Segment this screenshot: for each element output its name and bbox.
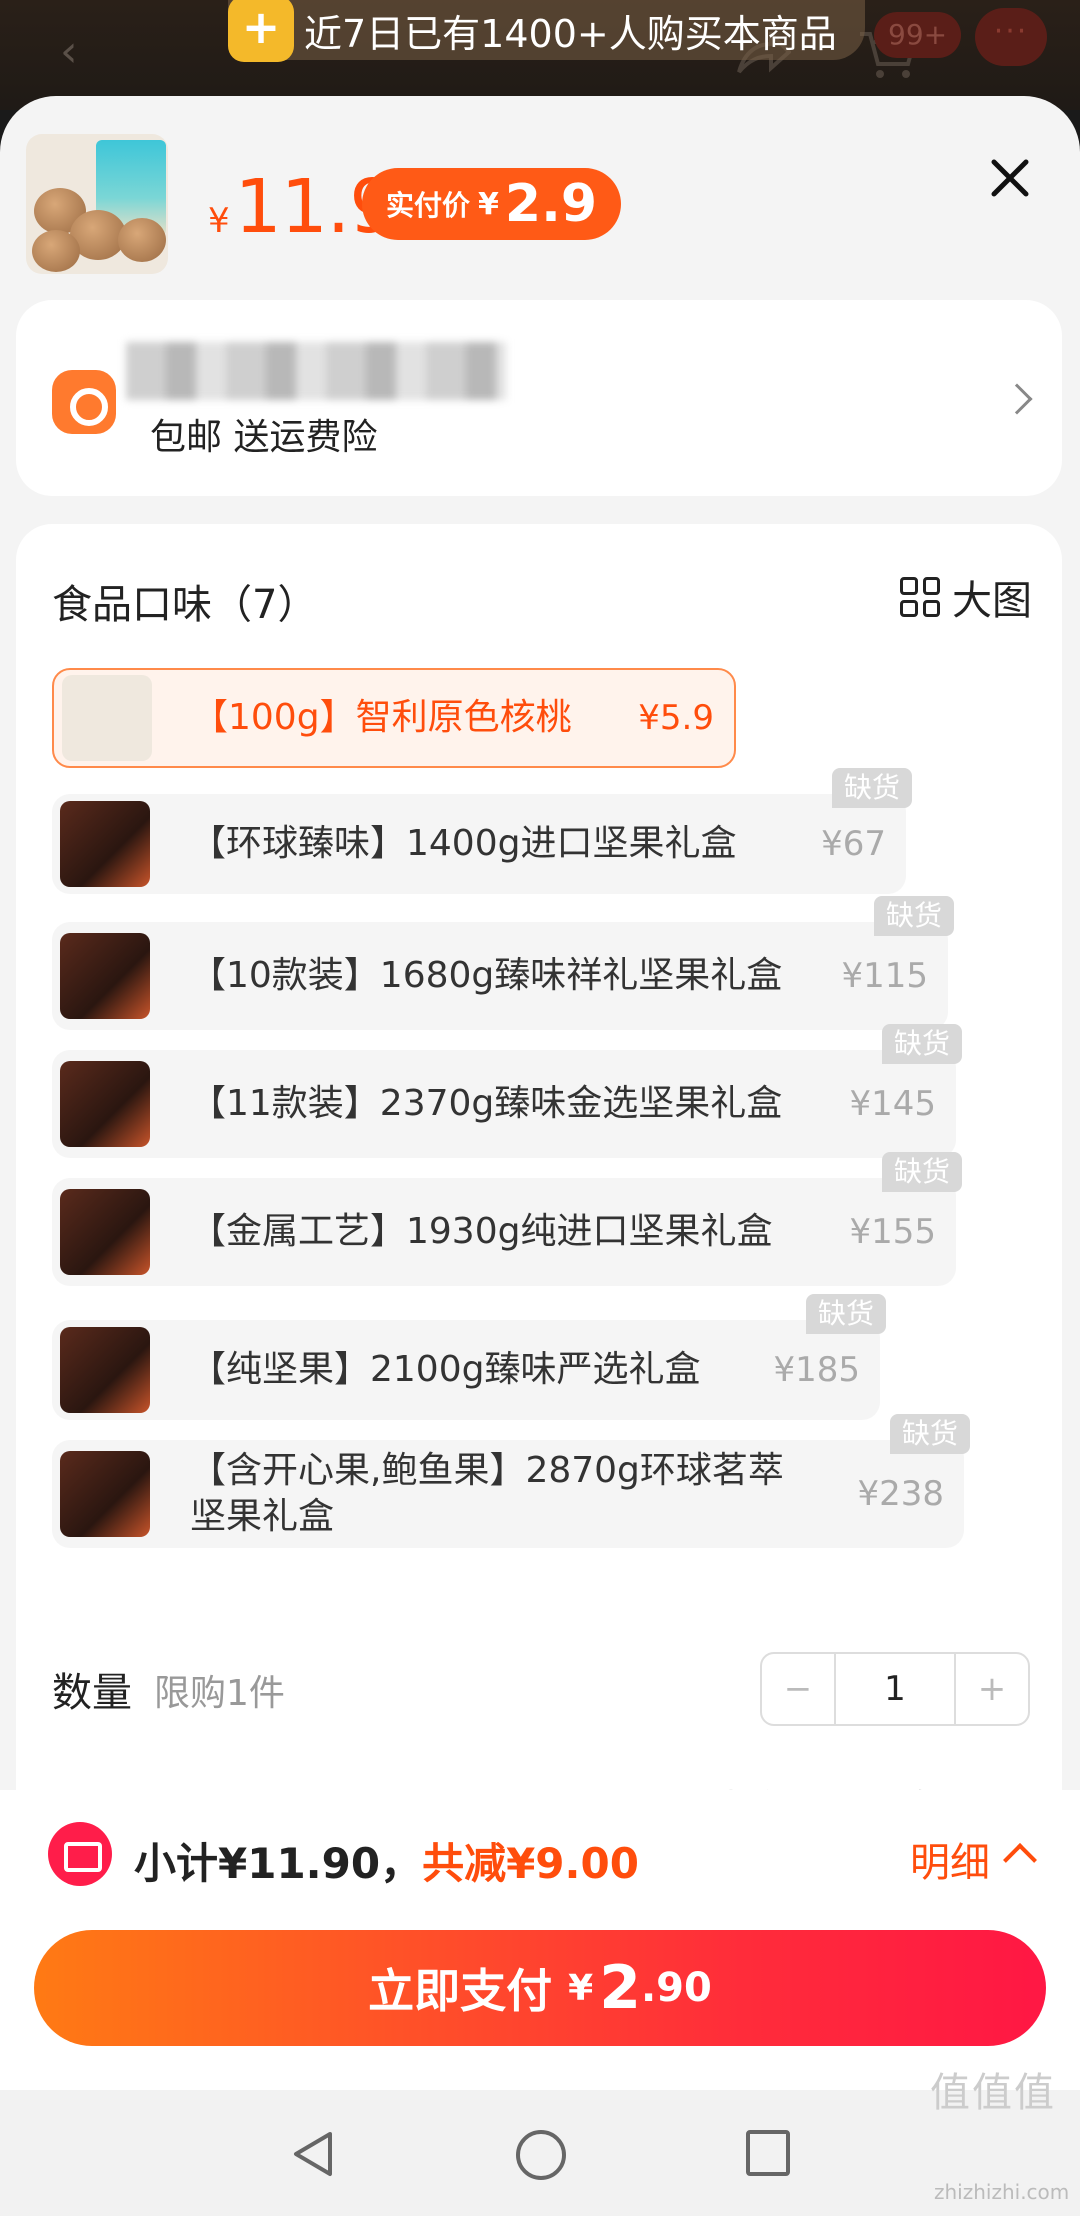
option-name: 【11款装】2370g臻味金选坚果礼盒 — [190, 1083, 783, 1124]
coupon-icon — [48, 1822, 112, 1886]
checkout-footer: 小计¥11.90，共减¥9.00 明细 立即支付 ¥2.90 — [0, 1790, 1080, 2090]
subtotal-text: 小计¥11.90，共减¥9.00 — [134, 1839, 639, 1888]
out-of-stock-badge: 缺货 — [889, 1414, 970, 1454]
discount-text: 共减¥9.00 — [422, 1839, 639, 1888]
option-name: 【纯坚果】2100g臻味严选礼盒 — [190, 1349, 701, 1390]
app-top-bar: ‹ 99+ ··· 近7日已有1400+人购买本商品 — [0, 0, 1080, 110]
big-image-label: 大图 — [952, 578, 1032, 624]
shipping-text: 包邮 送运费险 — [150, 417, 378, 458]
nav-back-icon[interactable] — [290, 2130, 338, 2178]
options-title: 食品口味（7） — [52, 582, 318, 628]
option-price: ¥115 — [841, 956, 928, 996]
option-thumbnail — [60, 1189, 150, 1275]
option-item[interactable]: 【纯坚果】2100g臻味严选礼盒 ¥185 缺货 — [52, 1294, 886, 1420]
option-price: ¥145 — [849, 1084, 936, 1124]
watermark-url: zhizhizhi.com — [934, 2180, 1070, 2204]
option-item[interactable]: 【金属工艺】1930g纯进口坚果礼盒 ¥155 缺货 — [52, 1152, 962, 1286]
option-item[interactable]: 【含开心果,鲍鱼果】2870g环球茗萃坚果礼盒 ¥238 缺货 — [52, 1414, 970, 1548]
close-icon[interactable] — [990, 158, 1030, 198]
product-thumbnail — [26, 134, 168, 274]
option-item[interactable]: 【100g】智利原色核桃 ¥5.9 — [52, 668, 736, 768]
option-name: 【环球臻味】1400g进口坚果礼盒 — [190, 823, 737, 864]
actual-pay-badge: 实付价 ¥2.9 — [362, 168, 622, 240]
watermark: 值值值 — [930, 2070, 1056, 2116]
quantity-label: 数量 — [52, 1670, 132, 1716]
shopping-bag-icon — [228, 0, 294, 62]
decrement-button[interactable]: − — [762, 1654, 834, 1724]
option-thumbnail — [60, 1061, 150, 1147]
system-nav-bar — [0, 2090, 1080, 2216]
option-price: ¥185 — [773, 1350, 860, 1390]
option-name: 【金属工艺】1930g纯进口坚果礼盒 — [190, 1211, 773, 1252]
pay-now-button[interactable]: 立即支付 ¥2.90 — [34, 1930, 1046, 2046]
more-icon[interactable]: ··· — [975, 8, 1047, 66]
back-icon[interactable]: ‹ — [60, 30, 100, 74]
quantity-value[interactable]: 1 — [834, 1654, 956, 1724]
out-of-stock-badge: 缺货 — [805, 1294, 886, 1334]
option-thumbnail — [60, 1451, 150, 1537]
out-of-stock-badge: 缺货 — [873, 896, 954, 936]
redacted-address — [126, 342, 506, 400]
option-thumbnail — [62, 675, 152, 761]
purchase-banner: 近7日已有1400+人购买本商品 — [228, 0, 865, 62]
options-card: 食品口味（7） 大图 【100g】智利原色核桃 ¥5.9 【环球臻味】1400g… — [16, 524, 1062, 1914]
out-of-stock-badge: 缺货 — [881, 1024, 962, 1064]
nav-home-icon[interactable] — [516, 2130, 566, 2180]
quantity-stepper: − 1 + — [760, 1652, 1030, 1726]
shipping-card[interactable]: 包邮 送运费险 — [16, 300, 1062, 496]
option-thumbnail — [60, 1327, 150, 1413]
option-item[interactable]: 【11款装】2370g臻味金选坚果礼盒 ¥145 缺货 — [52, 1024, 962, 1158]
option-name: 【含开心果,鲍鱼果】2870g环球茗萃坚果礼盒 — [190, 1450, 784, 1537]
chevron-right-icon — [1001, 383, 1033, 415]
option-item[interactable]: 【10款装】1680g臻味祥礼坚果礼盒 ¥115 缺货 — [52, 896, 954, 1030]
option-price: ¥67 — [821, 824, 886, 864]
option-price: ¥5.9 — [638, 698, 714, 738]
chevron-up-icon[interactable] — [1003, 1843, 1037, 1877]
out-of-stock-badge: 缺货 — [881, 1152, 962, 1192]
banner-text: 近7日已有1400+人购买本商品 — [304, 11, 837, 56]
option-name: 【100g】智利原色核桃 — [192, 697, 572, 738]
location-icon — [52, 370, 116, 434]
grid-icon — [900, 577, 940, 617]
detail-button[interactable]: 明细 — [910, 1830, 990, 1888]
option-thumbnail — [60, 933, 150, 1019]
option-name: 【10款装】1680g臻味祥礼坚果礼盒 — [190, 955, 783, 996]
increment-button[interactable]: + — [956, 1654, 1028, 1724]
nav-recent-icon[interactable] — [746, 2130, 790, 2176]
big-image-toggle[interactable]: 大图 — [900, 568, 1032, 626]
option-item[interactable]: 【环球臻味】1400g进口坚果礼盒 ¥67 缺货 — [52, 768, 912, 894]
option-price: ¥155 — [849, 1212, 936, 1252]
option-price: ¥238 — [857, 1474, 944, 1514]
out-of-stock-badge: 缺货 — [831, 768, 912, 808]
quantity-limit: 限购1件 — [154, 1673, 285, 1714]
option-thumbnail — [60, 801, 150, 887]
cart-badge: 99+ — [874, 12, 962, 58]
